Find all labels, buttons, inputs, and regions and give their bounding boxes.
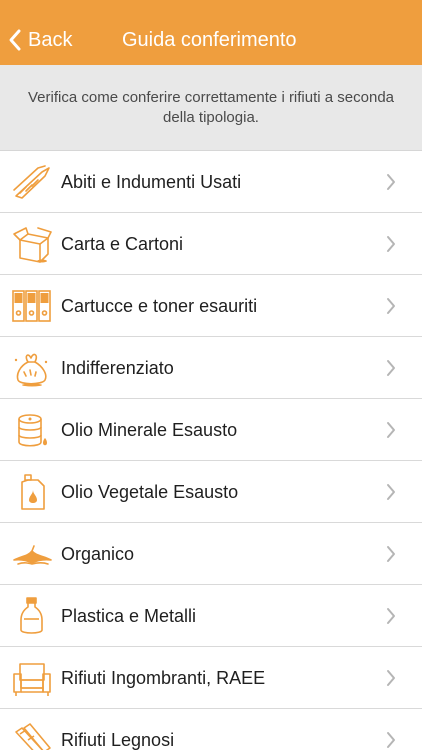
list-item-abiti[interactable]: Abiti e Indumenti Usati [0, 151, 422, 213]
list-item-carta[interactable]: Carta e Cartoni [0, 213, 422, 275]
chevron-right-icon [386, 173, 396, 191]
list-item-olio-vegetale[interactable]: Olio Vegetale Esausto [0, 461, 422, 523]
banner-text: Verifica come conferire correttamente i … [28, 88, 394, 126]
list-item-label: Rifiuti Ingombranti, RAEE [61, 667, 266, 688]
list-item-label: Olio Minerale Esausto [61, 419, 238, 440]
back-button[interactable]: Back [8, 26, 72, 54]
back-label: Back [28, 29, 73, 51]
banana-peel-icon [12, 534, 52, 574]
chevron-right-icon [386, 731, 396, 749]
list-item-label: Plastica e Metalli [61, 605, 197, 626]
chevron-right-icon [386, 421, 396, 439]
list-item-legnosi[interactable]: Rifiuti Legnosi [0, 709, 422, 750]
garbage-bag-icon [12, 348, 52, 388]
toner-cartridges-icon [12, 286, 52, 326]
chevron-right-icon [386, 483, 396, 501]
chevron-right-icon [386, 359, 396, 377]
list-item-plastica[interactable]: Plastica e Metalli [0, 585, 422, 647]
oil-barrel-icon [12, 410, 52, 450]
list-item-olio-minerale[interactable]: Olio Minerale Esausto [0, 399, 422, 461]
clothes-icon [12, 162, 52, 202]
list-item-indifferenziato[interactable]: Indifferenziato [0, 337, 422, 399]
chevron-right-icon [386, 545, 396, 563]
plastic-bottle-icon [12, 596, 52, 636]
list-item-label: Abiti e Indumenti Usati [61, 171, 242, 192]
info-banner: Verifica come conferire correttamente i … [0, 65, 422, 151]
chevron-right-icon [386, 297, 396, 315]
waste-category-list: Abiti e Indumenti Usati Carta e Cartoni [0, 151, 422, 750]
list-item-organico[interactable]: Organico [0, 523, 422, 585]
list-item-label: Organico [61, 543, 135, 564]
list-item-label: Rifiuti Legnosi [61, 729, 175, 750]
page-title: Guida conferimento [122, 29, 297, 51]
oil-jerrycan-icon [12, 472, 52, 512]
wood-planks-icon [12, 720, 52, 750]
chevron-right-icon [386, 669, 396, 687]
chevron-right-icon [386, 235, 396, 253]
chevron-right-icon [386, 607, 396, 625]
list-item-label: Cartucce e toner esauriti [61, 295, 258, 316]
list-item-label: Carta e Cartoni [61, 233, 184, 254]
chevron-left-icon [8, 28, 22, 52]
cardboard-box-icon [12, 224, 52, 264]
list-item-cartucce[interactable]: Cartucce e toner esauriti [0, 275, 422, 337]
navigation-bar: Back Guida conferimento [0, 0, 422, 65]
list-item-label: Indifferenziato [61, 357, 174, 378]
list-item-ingombranti[interactable]: Rifiuti Ingombranti, RAEE [0, 647, 422, 709]
list-item-label: Olio Vegetale Esausto [61, 481, 239, 502]
armchair-icon [12, 658, 52, 698]
